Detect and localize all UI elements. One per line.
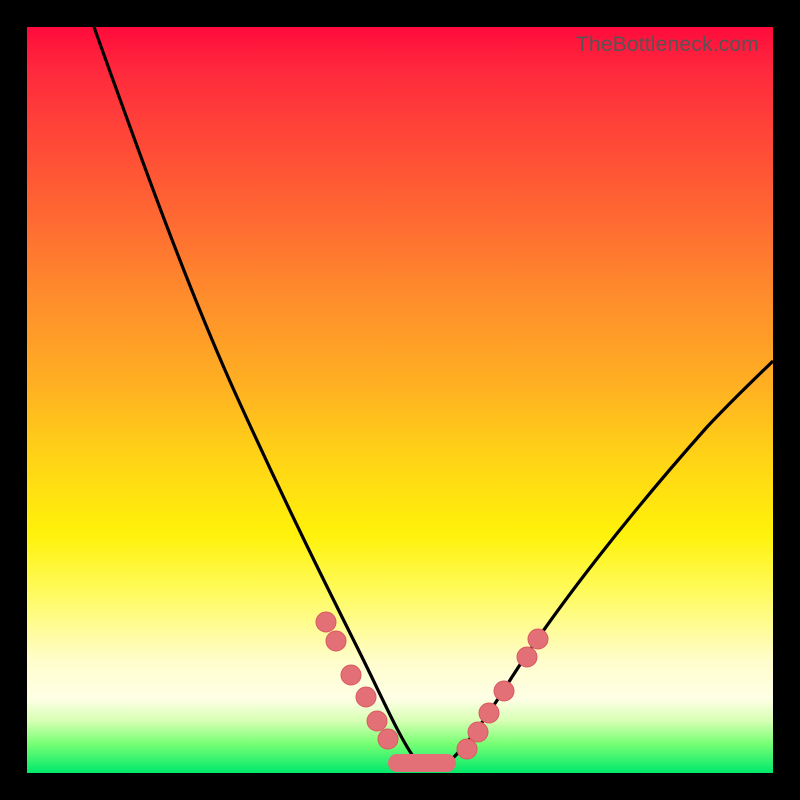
chart-frame: TheBottleneck.com [0,0,800,800]
plot-area: TheBottleneck.com [27,27,773,773]
marker-dot [468,722,488,742]
marker-dot [457,739,477,759]
marker-dot [356,687,376,707]
marker-dot [316,612,336,632]
marker-dot [341,665,361,685]
marker-dot [378,729,398,749]
marker-dot [528,629,548,649]
marker-dot [494,681,514,701]
bottleneck-curve [27,27,773,773]
marker-dot [367,711,387,731]
marker-dot [517,647,537,667]
marker-dot [479,703,499,723]
marker-dot [326,631,346,651]
curve-path [94,27,773,768]
